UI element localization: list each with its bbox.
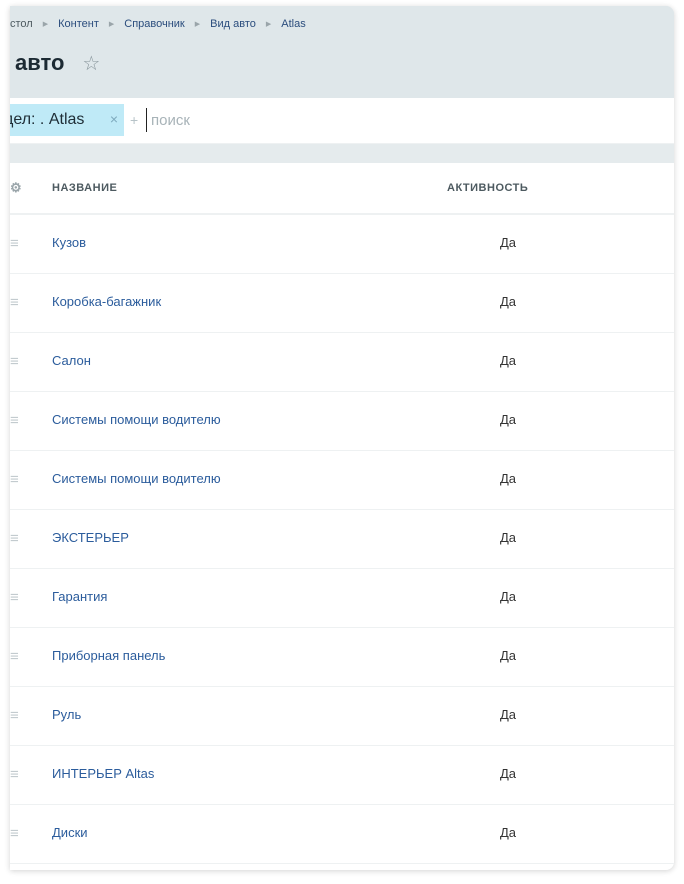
drag-handle-icon[interactable]: ≡ <box>10 590 19 605</box>
column-header-name[interactable]: НАЗВАНИЕ <box>52 182 117 194</box>
drag-handle-icon[interactable]: ≡ <box>10 531 19 546</box>
row-name-link[interactable]: Коробка-багажник <box>52 294 161 309</box>
row-active-value: Да <box>500 530 517 545</box>
filter-chip-label: дел: . Atlas <box>10 111 85 128</box>
row-name-link[interactable]: ИНТЕРЬЕР Altas <box>52 766 154 781</box>
breadcrumb-item-reference[interactable]: Справочник <box>124 18 185 30</box>
filter-bar: дел: . Atlas × + <box>10 98 674 144</box>
row-active-value: Да <box>500 471 517 486</box>
column-header-activity[interactable]: АКТИВНОСТЬ <box>447 182 528 194</box>
table-row[interactable]: ≡ ЭКСТЕРЬЕР Да <box>10 510 674 569</box>
table-row[interactable]: ≡ Коробка-багажник Да <box>10 274 674 333</box>
drag-handle-icon[interactable]: ≡ <box>10 354 19 369</box>
row-name-link[interactable]: ЭКСТЕРЬЕР <box>52 530 129 545</box>
breadcrumb-item-content[interactable]: Контент <box>58 18 99 30</box>
breadcrumb-item-atlas[interactable]: Atlas <box>281 18 305 30</box>
drag-handle-icon[interactable]: ≡ <box>10 649 19 664</box>
breadcrumb-separator-icon: ▶ <box>42 21 49 28</box>
row-active-value: Да <box>500 353 517 368</box>
row-active-value: Да <box>500 235 517 250</box>
gear-icon[interactable]: ⚙ <box>10 180 22 196</box>
row-name-link[interactable]: Приборная панель <box>52 648 165 663</box>
table-row[interactable]: ≡ Системы помощи водителю Да <box>10 392 674 451</box>
row-name-link[interactable]: Диски <box>52 825 88 840</box>
close-icon[interactable]: × <box>110 111 118 127</box>
table-row[interactable]: ≡ ИНТЕРЬЕР Altas Да <box>10 746 674 805</box>
table-row[interactable]: ≡ Гарантия Да <box>10 569 674 628</box>
row-active-value: Да <box>500 825 517 840</box>
breadcrumb: стол ▶ Контент ▶ Справочник ▶ Вид авто ▶… <box>10 18 306 30</box>
row-active-value: Да <box>500 648 517 663</box>
row-active-value: Да <box>500 707 517 722</box>
table-header: ⚙ НАЗВАНИЕ АКТИВНОСТЬ <box>10 163 674 215</box>
table-row[interactable]: ≡ Руль Да <box>10 687 674 746</box>
breadcrumb-item-desktop[interactable]: стол <box>10 18 33 30</box>
row-name-link[interactable]: Системы помощи водителю <box>52 412 221 427</box>
breadcrumb-separator-icon: ▶ <box>265 21 272 28</box>
drag-handle-icon[interactable]: ≡ <box>10 826 19 841</box>
table-row[interactable]: ≡ Приборная панель Да <box>10 628 674 687</box>
add-filter-icon[interactable]: + <box>130 112 138 128</box>
table-row[interactable]: ≡ Диски Да <box>10 805 674 864</box>
star-icon[interactable]: ☆ <box>82 51 100 76</box>
row-active-value: Да <box>500 294 517 309</box>
drag-handle-icon[interactable]: ≡ <box>10 472 19 487</box>
table-row[interactable]: ≡ Системы помощи водителю Да <box>10 451 674 510</box>
page-title-row: авто ☆ <box>15 50 100 76</box>
row-name-link[interactable]: Салон <box>52 353 91 368</box>
row-active-value: Да <box>500 766 517 781</box>
row-active-value: Да <box>500 412 517 427</box>
filter-chip[interactable]: дел: . Atlas × <box>10 104 124 136</box>
breadcrumb-separator-icon: ▶ <box>194 21 201 28</box>
row-active-value: Да <box>500 589 517 604</box>
drag-handle-icon[interactable]: ≡ <box>10 413 19 428</box>
row-name-link[interactable]: Гарантия <box>52 589 107 604</box>
drag-handle-icon[interactable]: ≡ <box>10 767 19 782</box>
breadcrumb-separator-icon: ▶ <box>108 21 115 28</box>
table-row[interactable]: ≡ Кузов Да <box>10 215 674 274</box>
row-name-link[interactable]: Руль <box>52 707 81 722</box>
window-frame: стол ▶ Контент ▶ Справочник ▶ Вид авто ▶… <box>10 6 674 870</box>
drag-handle-icon[interactable]: ≡ <box>10 708 19 723</box>
breadcrumb-item-vehicle-type[interactable]: Вид авто <box>210 18 256 30</box>
page-header: стол ▶ Контент ▶ Справочник ▶ Вид авто ▶… <box>10 6 674 98</box>
table-row[interactable]: ≡ Салон Да <box>10 333 674 392</box>
page-title: авто <box>15 50 65 75</box>
data-grid: ⚙ НАЗВАНИЕ АКТИВНОСТЬ ≡ Кузов Да ≡ Короб… <box>10 163 674 870</box>
drag-handle-icon[interactable]: ≡ <box>10 236 19 251</box>
row-name-link[interactable]: Кузов <box>52 235 86 250</box>
row-name-link[interactable]: Системы помощи водителю <box>52 471 221 486</box>
drag-handle-icon[interactable]: ≡ <box>10 295 19 310</box>
search-input[interactable] <box>146 108 451 132</box>
